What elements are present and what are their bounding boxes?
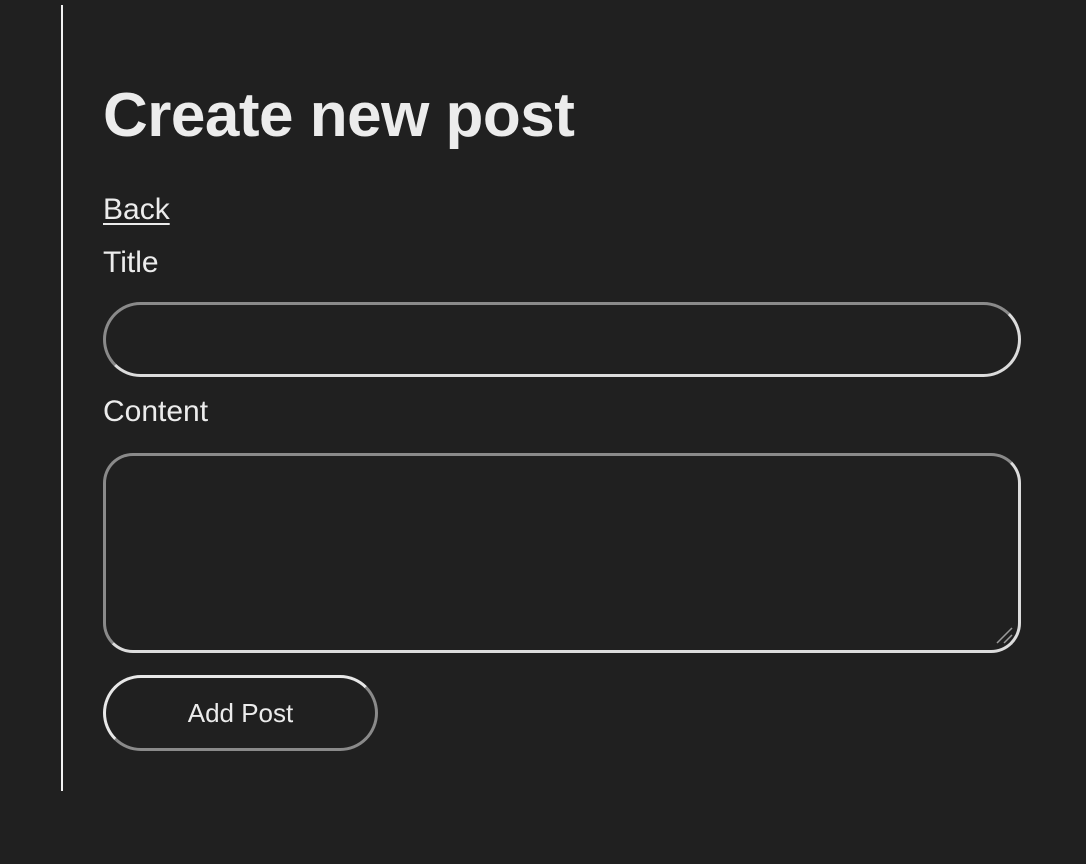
page-title: Create new post bbox=[103, 81, 575, 150]
resize-handle-icon[interactable] bbox=[993, 624, 1013, 644]
vertical-divider bbox=[61, 5, 63, 791]
back-link[interactable]: Back bbox=[103, 192, 170, 228]
page: Create new post Back Title Content Add P… bbox=[0, 0, 1086, 864]
title-input[interactable] bbox=[103, 302, 1021, 377]
title-label: Title bbox=[103, 246, 159, 279]
add-post-button[interactable]: Add Post bbox=[103, 675, 378, 751]
content-label: Content bbox=[103, 395, 209, 428]
content-textarea[interactable] bbox=[103, 453, 1021, 653]
